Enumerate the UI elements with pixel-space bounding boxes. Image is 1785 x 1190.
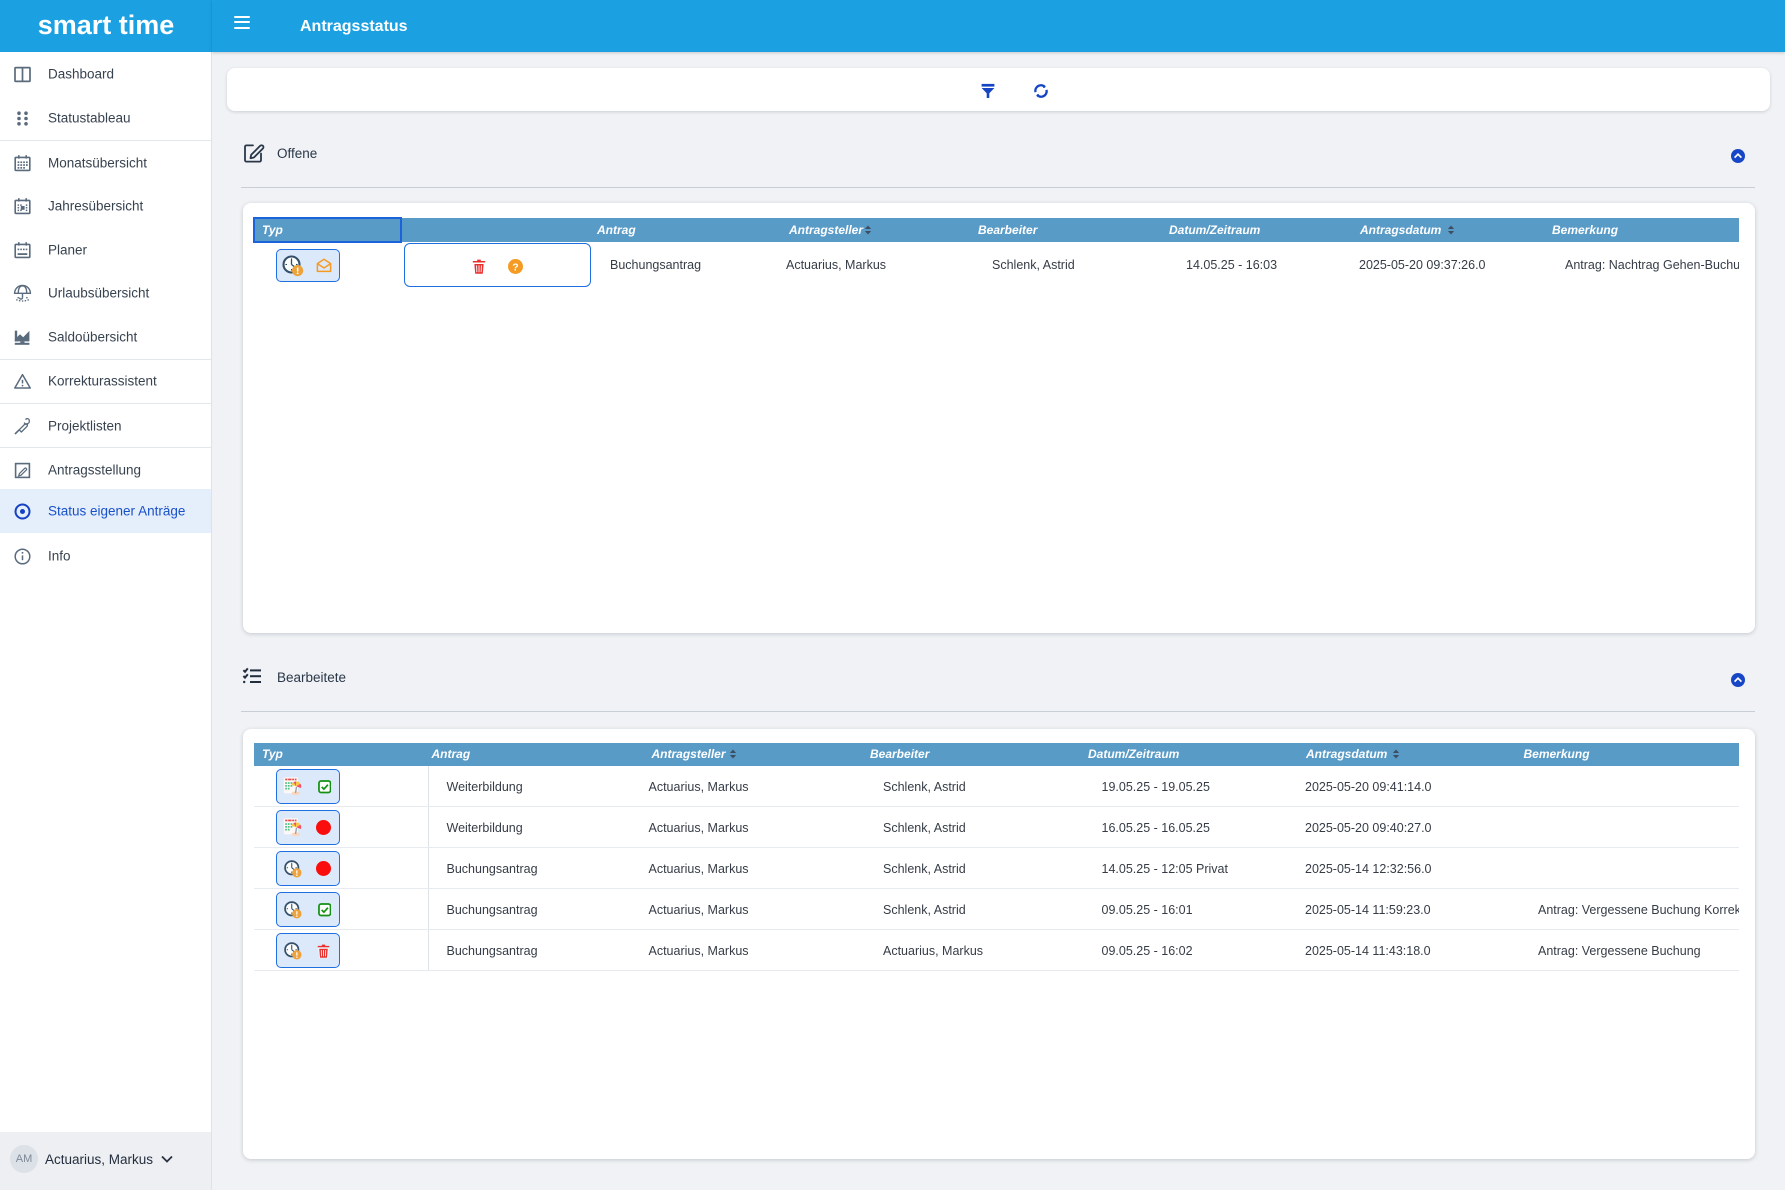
svg-text:?: ? [512,261,518,273]
